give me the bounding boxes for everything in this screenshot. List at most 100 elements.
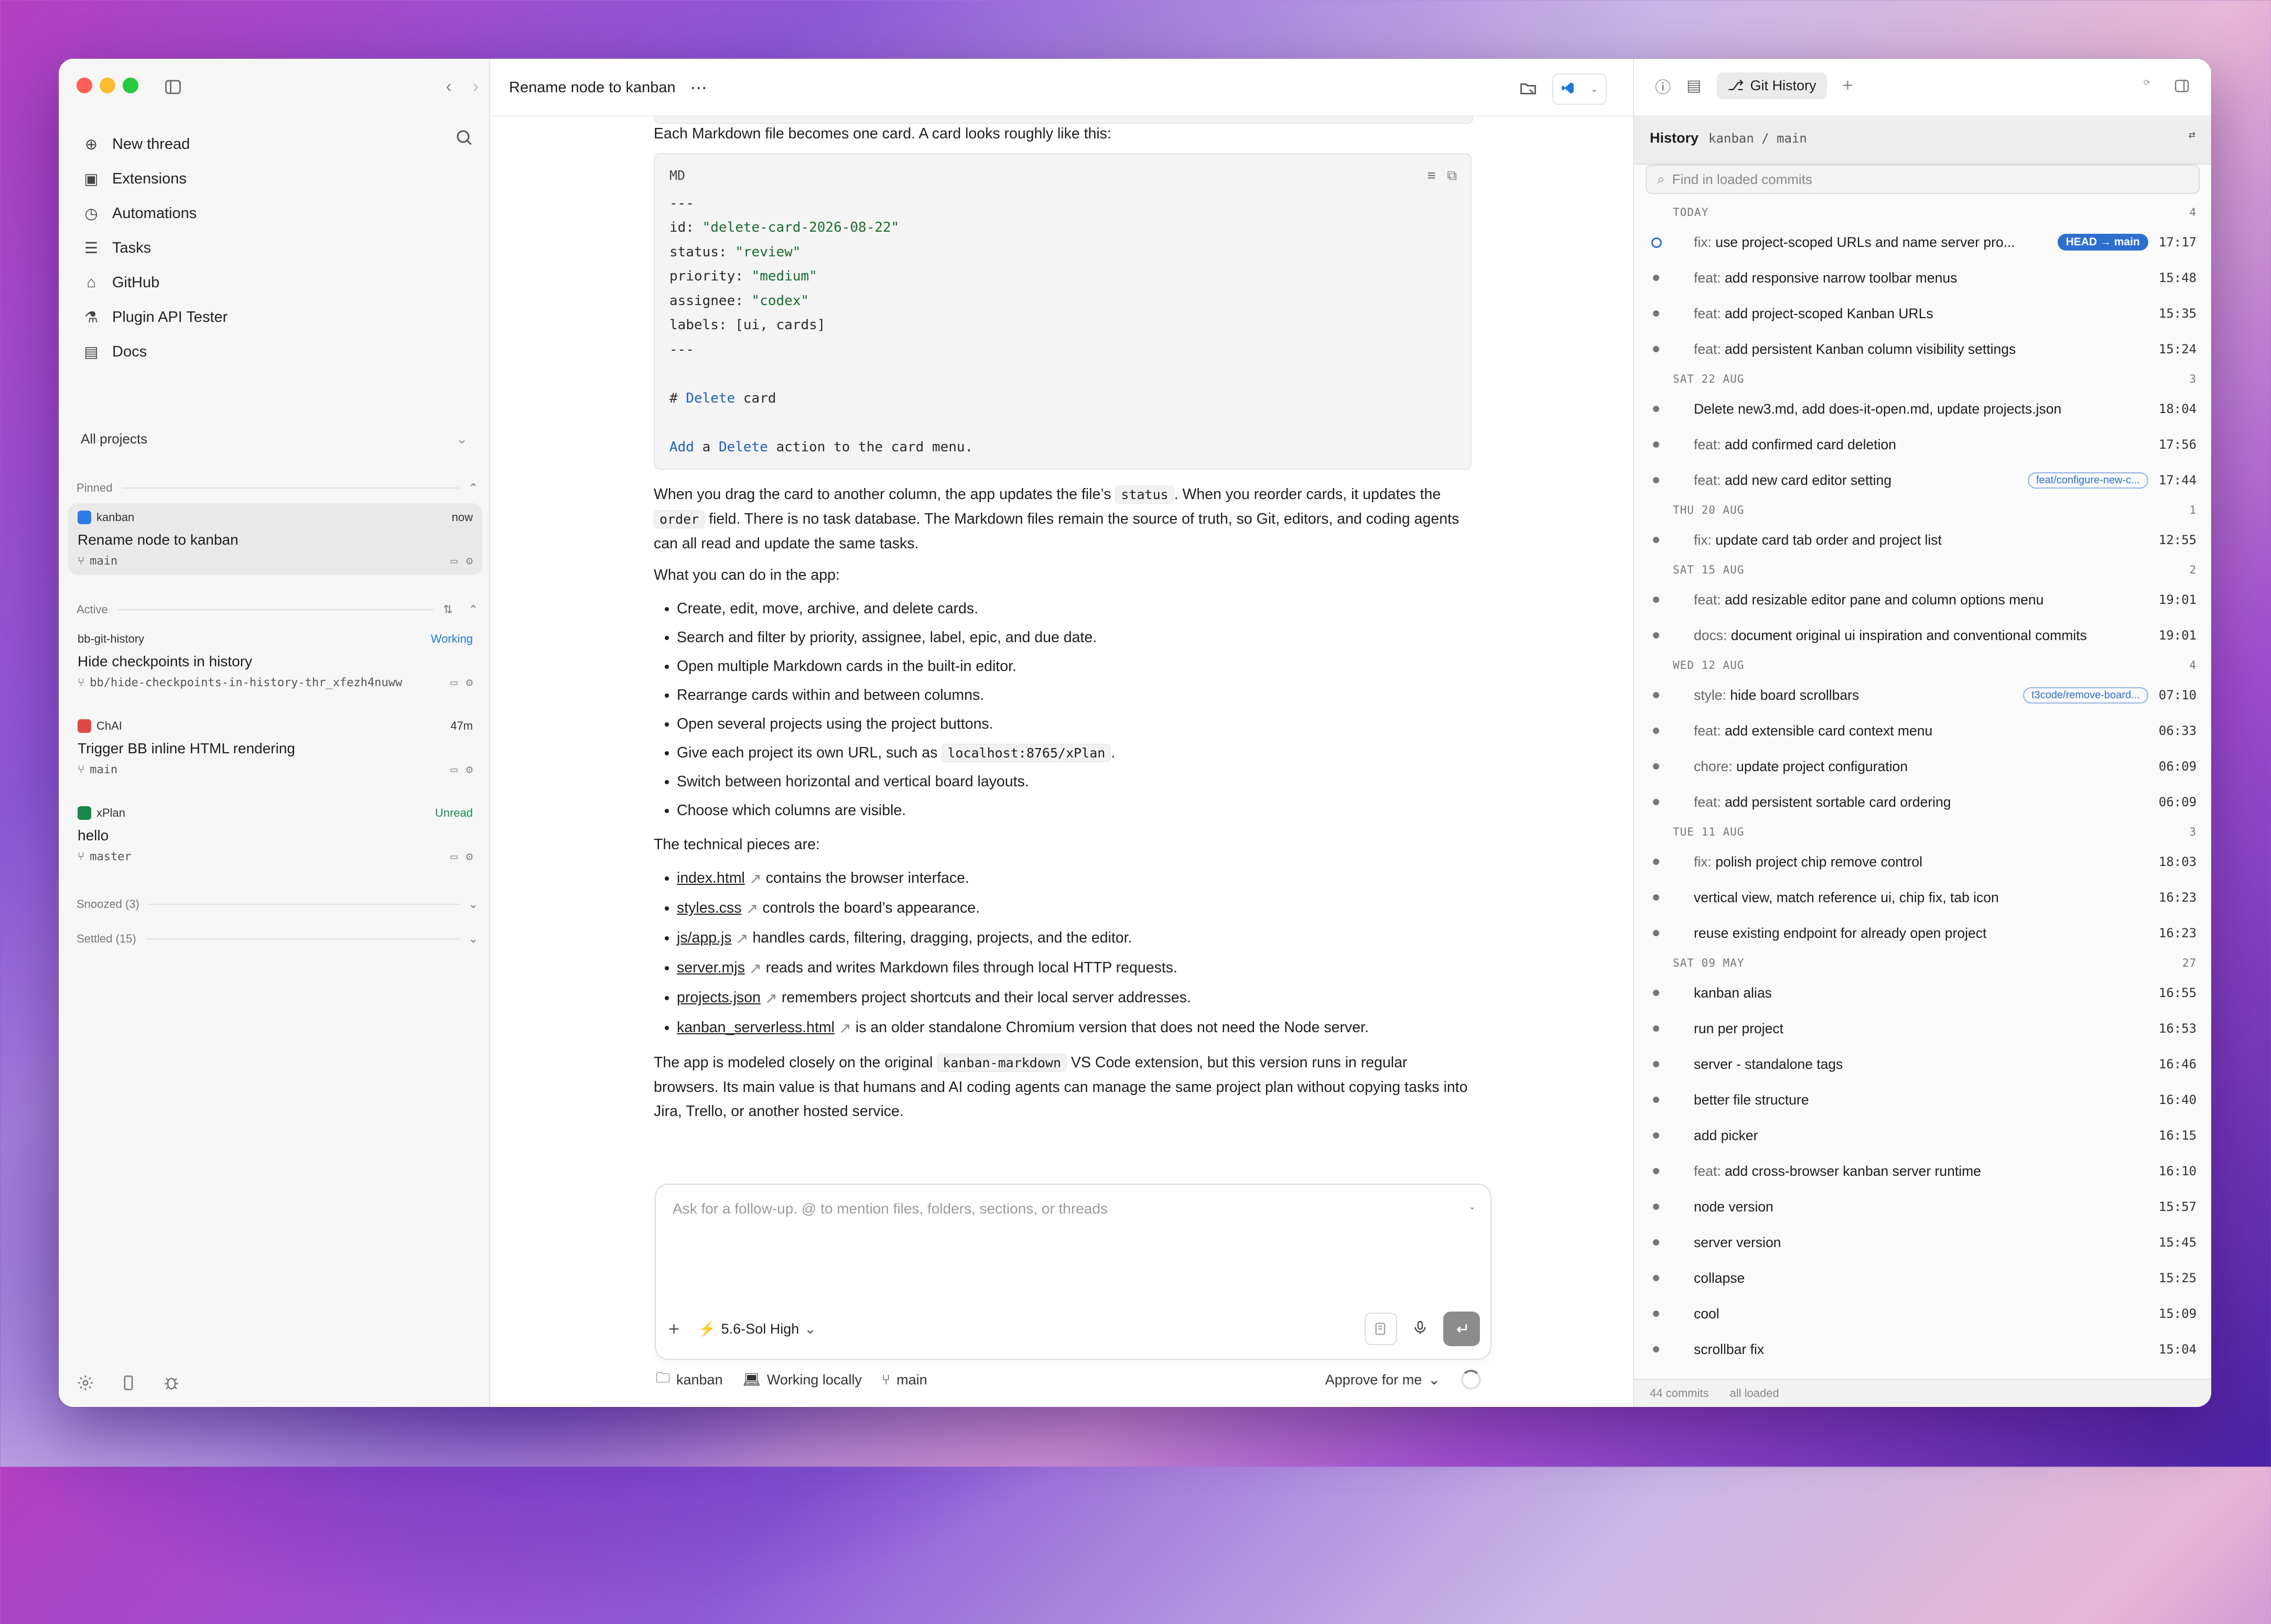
- commit-row[interactable]: server - standalone tags 16:46: [1634, 1046, 2211, 1082]
- find-commits-input[interactable]: ⌕ Find in loaded commits: [1646, 165, 2200, 194]
- close-window-button[interactable]: [77, 78, 92, 93]
- thread-item[interactable]: ChAI 47m Trigger BB inline HTML rendering ⑂…: [68, 712, 482, 784]
- back-arrow-icon[interactable]: ‹: [446, 77, 451, 97]
- active-section-header[interactable]: Active ⇅ ⌃: [77, 603, 478, 616]
- commit-row[interactable]: cool 15:09: [1634, 1296, 2211, 1331]
- add-attachment-icon[interactable]: +: [668, 1318, 679, 1340]
- project-chip[interactable]: 🗀 kanban: [656, 1368, 723, 1392]
- info-icon[interactable]: ⓘ: [1655, 74, 1671, 98]
- external-link-icon[interactable]: ↗: [765, 984, 777, 1013]
- branch-badge[interactable]: t3code/remove-board...: [2023, 687, 2148, 703]
- sidebar-item-plugin-api-tester[interactable]: ⚗ Plugin API Tester: [74, 300, 478, 334]
- tab-git-history[interactable]: ⎇ Git History: [1717, 72, 1827, 99]
- thread-item[interactable]: bb-git-history Working Hide checkpoints in…: [68, 625, 482, 697]
- thread-item[interactable]: kanban now Rename node to kanban ⑂ main ▭ ⚙: [68, 503, 482, 575]
- sidebar-item-docs[interactable]: ▤ Docs: [74, 334, 478, 369]
- refresh-icon[interactable]: ⇄: [2189, 130, 2196, 140]
- forward-arrow-icon[interactable]: ›: [473, 77, 479, 97]
- preview-icon[interactable]: ▭: [451, 763, 458, 776]
- chevron-down-icon[interactable]: ⌄: [1469, 1201, 1476, 1212]
- search-icon[interactable]: [455, 128, 473, 149]
- branch-chip[interactable]: ⑂ main: [882, 1372, 927, 1388]
- commit-row[interactable]: fix: use project-scoped URLs and name se…: [1634, 224, 2211, 260]
- thread-item[interactable]: xPlan Unread hello ⑂ master ▭ ⚙: [68, 799, 482, 871]
- commit-row[interactable]: fix: update card tab order and project l…: [1634, 522, 2211, 558]
- settings-gear-icon[interactable]: ⚙: [466, 763, 473, 776]
- pinned-section-header[interactable]: Pinned ⌃: [77, 481, 478, 495]
- commit-row[interactable]: feat: add persistent Kanban column visib…: [1634, 331, 2211, 367]
- settings-gear-icon[interactable]: ⚙: [466, 850, 473, 863]
- commit-row[interactable]: feat: add persistent sortable card order…: [1634, 784, 2211, 820]
- external-link-icon[interactable]: ↗: [749, 955, 762, 983]
- commit-row[interactable]: scrollbar fix 15:04: [1634, 1331, 2211, 1367]
- open-in-vscode-button[interactable]: ⌄: [1552, 73, 1607, 105]
- branch-badge[interactable]: feat/configure-new-c...: [2027, 472, 2148, 489]
- commit-row[interactable]: server version 15:45: [1634, 1225, 2211, 1260]
- settings-gear-icon[interactable]: ⚙: [466, 555, 473, 568]
- external-link-icon[interactable]: ↗: [746, 895, 759, 924]
- file-link[interactable]: server.mjs: [677, 959, 745, 976]
- commit-row[interactable]: feat: add confirmed card deletion 17:56: [1634, 427, 2211, 462]
- composer-input[interactable]: Ask for a follow-up. @ to mention files,…: [673, 1200, 1108, 1217]
- file-link[interactable]: index.html: [677, 870, 745, 886]
- commit-row[interactable]: feat: add resizable editor pane and colu…: [1634, 582, 2211, 618]
- preview-icon[interactable]: ▭: [451, 850, 458, 863]
- settings-gear-icon[interactable]: ⚙: [466, 676, 473, 689]
- snoozed-section-header[interactable]: Snoozed (3) ⌄: [77, 897, 478, 911]
- more-options-icon[interactable]: ⋯: [690, 78, 707, 98]
- model-selector[interactable]: ⚡ 5.6-Sol High ⌄: [698, 1320, 816, 1337]
- preview-icon[interactable]: ▭: [451, 676, 458, 689]
- external-link-icon[interactable]: ↗: [749, 865, 762, 894]
- file-link[interactable]: styles.css: [677, 900, 742, 916]
- commit-row[interactable]: chore: update project configuration 06:09: [1634, 749, 2211, 784]
- commit-row[interactable]: run per project 16:53: [1634, 1011, 2211, 1046]
- commit-row[interactable]: reuse existing endpoint for already open…: [1634, 915, 2211, 951]
- commit-row[interactable]: feat: add new card editor setting feat/co…: [1634, 462, 2211, 498]
- commit-row[interactable]: vertical view, match reference ui, chip …: [1634, 880, 2211, 915]
- settings-gear-icon[interactable]: [77, 1374, 94, 1394]
- commit-row[interactable]: feat: add extensible card context menu 06…: [1634, 713, 2211, 749]
- composer[interactable]: Ask for a follow-up. @ to mention files,…: [655, 1184, 1491, 1360]
- preview-icon[interactable]: ▭: [451, 555, 458, 568]
- reload-icon[interactable]: ⟳: [2144, 78, 2150, 97]
- file-link[interactable]: projects.json: [677, 989, 761, 1006]
- commit-row[interactable]: feat: add cross-browser kanban server ru…: [1634, 1153, 2211, 1189]
- microphone-icon[interactable]: [1412, 1319, 1429, 1339]
- settled-section-header[interactable]: Settled (15) ⌄: [77, 932, 478, 946]
- wrap-lines-icon[interactable]: ≡: [1428, 164, 1436, 188]
- commit-row[interactable]: fix: polish project chip remove control 1…: [1634, 844, 2211, 880]
- phone-icon[interactable]: [120, 1374, 137, 1394]
- toggle-panel-icon[interactable]: [2173, 78, 2190, 97]
- sidebar-item-github[interactable]: ⌂ GitHub: [74, 265, 478, 300]
- sidebar-item-tasks[interactable]: ☰ Tasks: [74, 231, 478, 265]
- commit-row[interactable]: collapse 15:25: [1634, 1260, 2211, 1296]
- file-link[interactable]: js/app.js: [677, 929, 732, 946]
- commit-row[interactable]: feat: add project-scoped Kanban URLs 15:3…: [1634, 296, 2211, 331]
- open-folder-icon[interactable]: [1519, 79, 1538, 100]
- commit-row[interactable]: feat: add responsive narrow toolbar menu…: [1634, 260, 2211, 296]
- context-icon[interactable]: [1365, 1313, 1397, 1345]
- commit-row[interactable]: kanban alias 16:55: [1634, 975, 2211, 1011]
- add-tab-icon[interactable]: +: [1843, 75, 1853, 96]
- minimize-window-button[interactable]: [100, 78, 115, 93]
- external-link-icon[interactable]: ↗: [736, 925, 749, 954]
- zoom-window-button[interactable]: [123, 78, 138, 93]
- bug-icon[interactable]: [163, 1374, 180, 1394]
- commit-row[interactable]: docs: document original ui inspiration a…: [1634, 618, 2211, 653]
- sort-icon[interactable]: ⇅: [443, 603, 452, 616]
- approval-mode-selector[interactable]: Approve for me ⌄: [1325, 1372, 1440, 1388]
- external-link-icon[interactable]: ↗: [839, 1014, 851, 1043]
- sidebar-item-extensions[interactable]: ▣ Extensions: [74, 161, 478, 196]
- copy-icon[interactable]: ⧉: [1447, 164, 1457, 188]
- send-button[interactable]: [1443, 1312, 1480, 1346]
- sidebar-item-new-thread[interactable]: ⊕ New thread: [74, 127, 478, 161]
- toggle-sidebar-icon[interactable]: [164, 78, 182, 99]
- commit-row[interactable]: add picker 16:15: [1634, 1118, 2211, 1153]
- file-link[interactable]: kanban_serverless.html: [677, 1019, 835, 1036]
- commit-row[interactable]: better file structure 16:40: [1634, 1082, 2211, 1118]
- sidebar-item-automations[interactable]: ◷ Automations: [74, 196, 478, 231]
- commit-row[interactable]: style: hide board scrollbars t3code/remov…: [1634, 677, 2211, 713]
- notes-icon[interactable]: ▤: [1686, 77, 1701, 95]
- environment-chip[interactable]: 💻︎ Working locally: [743, 1371, 862, 1388]
- commit-row[interactable]: node version 15:57: [1634, 1189, 2211, 1225]
